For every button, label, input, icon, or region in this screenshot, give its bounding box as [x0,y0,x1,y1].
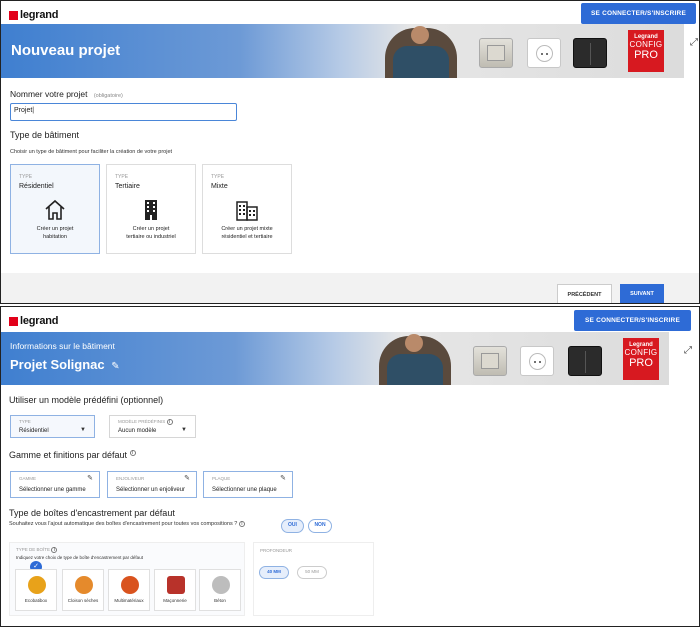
type-card-residentiel[interactable]: TYPE Résidentiel Créer un projet habitati… [10,164,100,254]
house-icon [45,199,65,220]
expand-icon[interactable]: ⤢ [690,37,698,48]
boxes-question: Souhaitez vous l'ajout automatique des b… [9,521,245,527]
box-tile-beton[interactable]: Béton [199,569,241,611]
edit-pencil-icon: ✎ [87,475,93,482]
box-tile-ecobatibox[interactable]: Ecobatibox [15,569,57,611]
beton-image [212,576,230,594]
multimateriaux-image [121,576,139,594]
building-type-heading: Type de bâtiment [10,130,80,140]
caret-down-icon: ▼ [181,427,187,433]
box-type-label: TYPE DE BOÎTE i [16,547,58,553]
header-banner: Nouveau projet Legrand CONFIG PRO [1,24,684,78]
header-banner: Informations sur le bâtiment Projet Soli… [1,332,669,385]
caret-down-icon: ▼ [80,427,86,433]
type-card-mixte[interactable]: TYPE Mixte Créer un projet mixte résident… [202,164,292,254]
project-name-input[interactable]: Projet| [10,103,237,121]
gamme-selector[interactable]: GAMME Sélectionner une gamme ✎ [10,471,100,498]
logo-mark-icon [9,10,18,20]
project-name-label: Nommer votre projet (obligatoire) [10,89,123,99]
model-heading: Utiliser un modèle prédéfini (optionnel) [9,395,164,405]
info-icon[interactable]: i [51,547,58,553]
depth-40mm-toggle[interactable]: 40 MM [259,566,289,579]
black-switch-plate-image [573,38,607,68]
black-switch-plate-image [568,346,602,376]
depth-50mm-toggle[interactable]: 50 MM [297,566,327,579]
no-toggle[interactable]: NON [308,519,332,533]
info-icon[interactable]: i [238,521,245,527]
previous-button[interactable]: PRÉCÉDENT [557,284,612,303]
office-building-icon [145,200,157,220]
silver-switch-plate-image [479,38,513,68]
cloison-seches-image [75,576,93,594]
depth-panel [253,542,374,616]
boxes-heading: Type de boîtes d'encastrement par défaut [9,508,175,518]
box-tile-multimateriaux[interactable]: Multimatériaux [108,569,150,611]
edit-pencil-icon: ✎ [280,475,286,482]
banner-photo-person [385,26,457,78]
screen-new-project: legrand SE CONNECTER/S'INSCRIRE Nouveau … [0,0,700,304]
maconnerie-image [167,576,185,594]
box-tile-maconnerie[interactable]: Maçonnerie [154,569,196,611]
legrand-config-pro-badge: Legrand CONFIG PRO [623,338,659,380]
banner-subtitle: Informations sur le bâtiment [10,341,115,351]
legrand-logo[interactable]: legrand [9,9,59,21]
box-tile-cloison-seches[interactable]: Cloison sèches [62,569,104,611]
info-icon[interactable]: i [166,419,173,425]
plaque-selector[interactable]: PLAQUE Sélectionner une plaque ✎ [203,471,293,498]
mixed-building-icon [236,201,258,221]
silver-switch-plate-image [473,346,507,376]
predefined-model-select[interactable]: MODÈLE PRÉDÉFINIS i Aucun modèle ▼ [109,415,196,438]
building-type-help: Choisir un type de bâtiment pour facilit… [10,149,173,155]
edit-pencil-icon[interactable]: ✎ [111,361,119,372]
login-button[interactable]: SE CONNECTER/S'INSCRIRE [574,310,691,331]
banner-photo-person [379,334,451,385]
box-type-help: Indiquez votre choix de type de boîte d'… [16,555,143,560]
yes-toggle[interactable]: OUI [281,519,304,533]
next-button[interactable]: SUIVANT [620,284,664,303]
edit-pencil-icon: ✎ [184,475,190,482]
logo-mark-icon [9,316,18,326]
white-socket-plate-image [520,346,554,376]
page-title: Nouveau projet [11,42,121,59]
enjoliveur-selector[interactable]: ENJOLIVEUR Sélectionner un enjoliveur ✎ [107,471,197,498]
login-button[interactable]: SE CONNECTER/S'INSCRIRE [581,3,696,24]
expand-icon[interactable]: ⤢ [684,345,692,356]
page-title: Projet Solignac ✎ [10,357,120,372]
white-socket-plate-image [527,38,561,68]
depth-label: PROFONDEUR [260,548,293,553]
type-card-tertiaire[interactable]: TYPE Tertiaire Créer un projet tertiaire … [106,164,196,254]
info-icon[interactable]: i [129,450,136,456]
type-select[interactable]: TYPE Résidentiel ▼ [10,415,95,438]
ecobatibox-image [28,576,46,594]
legrand-logo[interactable]: legrand [9,315,59,327]
gamme-heading: Gamme et finitions par défaut i [9,450,136,460]
legrand-config-pro-badge: Legrand CONFIG PRO [628,30,664,72]
